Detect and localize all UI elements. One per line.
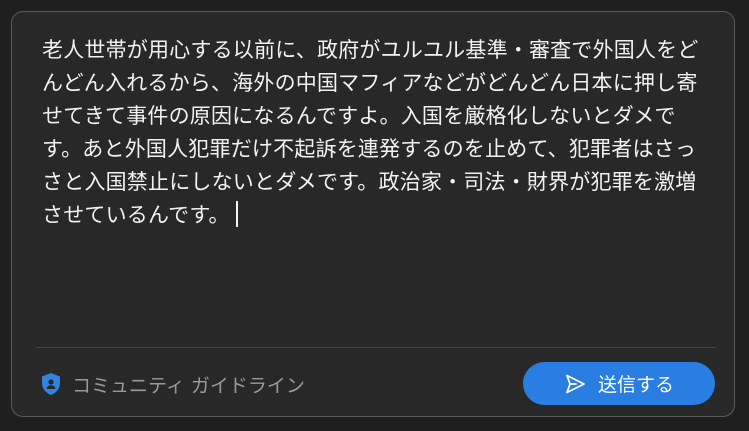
comment-text: 老人世帯が用心する以前に、政府がユルユル基準・審査で外国人をどんどん入れるから、… <box>42 38 699 227</box>
community-guidelines-link[interactable]: コミュニティ ガイドライン <box>40 371 305 397</box>
comment-composer: 老人世帯が用心する以前に、政府がユルユル基準・審査で外国人をどんどん入れるから、… <box>11 11 735 417</box>
shield-icon <box>40 372 62 396</box>
footer-divider <box>36 347 716 348</box>
send-button-label: 送信する <box>597 374 674 396</box>
text-caret <box>235 201 238 227</box>
community-guidelines-label: コミュニティ ガイドライン <box>72 374 305 397</box>
send-icon <box>564 373 586 395</box>
send-button[interactable]: 送信する <box>523 362 715 405</box>
comment-textarea[interactable]: 老人世帯が用心する以前に、政府がユルユル基準・審査で外国人をどんどん入れるから、… <box>42 34 714 232</box>
